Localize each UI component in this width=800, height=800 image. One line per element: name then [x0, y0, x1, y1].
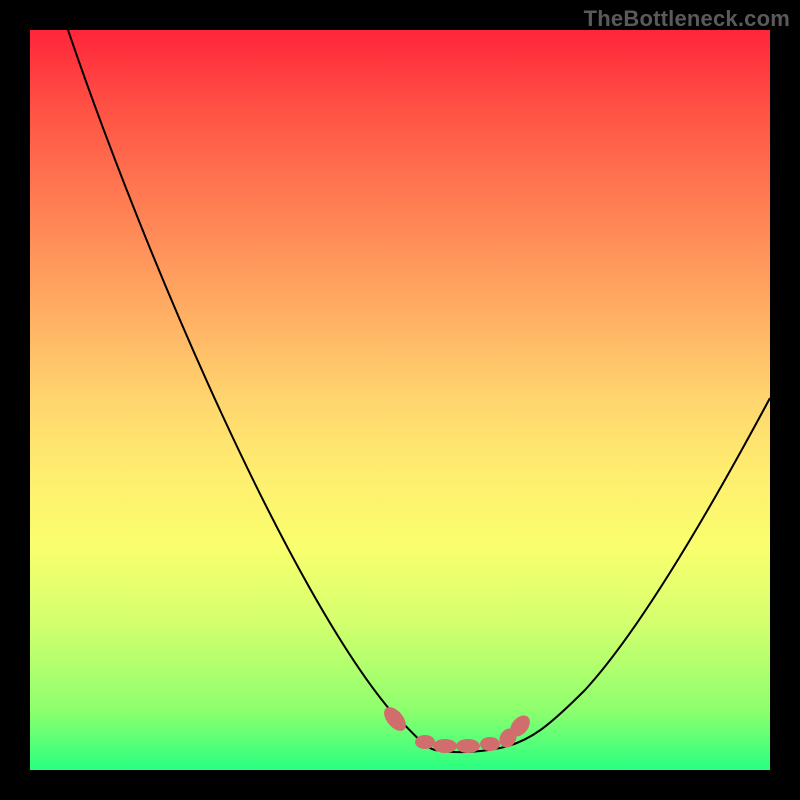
- curve-marker: [480, 737, 500, 751]
- marker-group: [380, 703, 534, 753]
- bottleneck-curve: [68, 30, 770, 752]
- curve-marker: [433, 739, 457, 753]
- watermark-text: TheBottleneck.com: [584, 6, 790, 32]
- chart-svg: [30, 30, 770, 770]
- curve-marker: [415, 735, 435, 749]
- curve-marker: [456, 739, 480, 753]
- chart-area: [30, 30, 770, 770]
- curve-marker: [380, 703, 410, 735]
